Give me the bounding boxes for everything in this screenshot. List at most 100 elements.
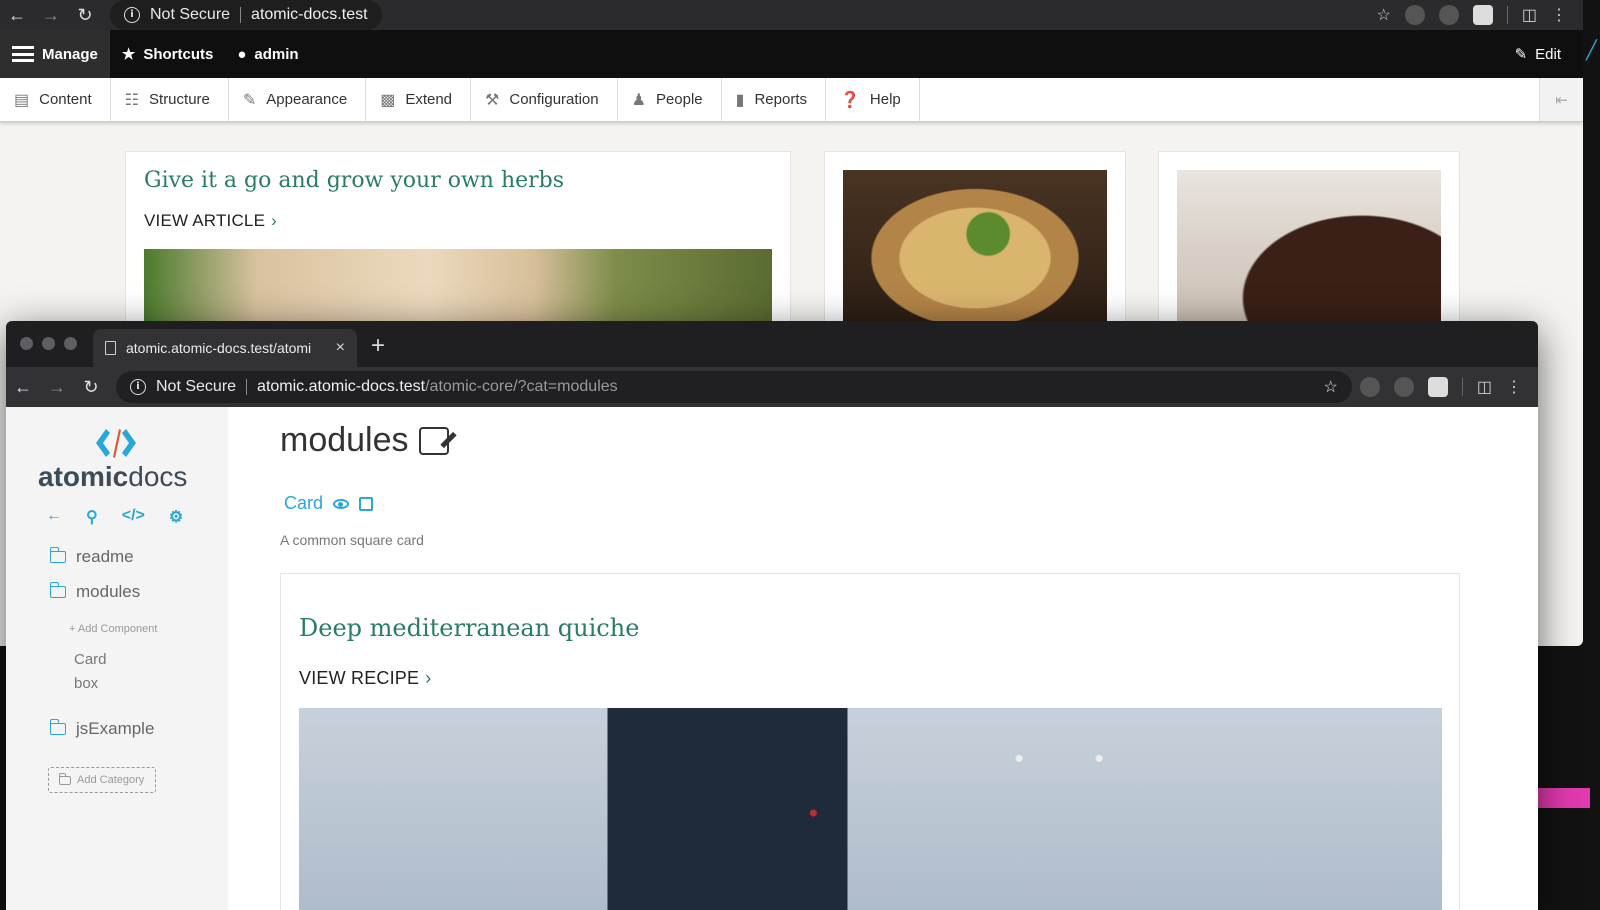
quiche-image[interactable] [843, 170, 1107, 330]
address-bar[interactable]: i Not Secure atomic-docs.test [110, 0, 382, 30]
tray-label: Configuration [509, 91, 599, 108]
tray-item-people[interactable]: ♟ People [618, 78, 722, 121]
back-arrow-icon[interactable]: ← [46, 507, 62, 527]
building-image [299, 708, 1442, 910]
component-preview: Deep mediterranean quiche VIEW RECIPE › [280, 573, 1460, 910]
chevron-right-icon: › [271, 211, 277, 230]
tray-item-configuration[interactable]: ⚒ Configuration [471, 78, 618, 121]
help-icon: ❓ [840, 91, 860, 109]
forward-arrow-icon[interactable]: → [40, 377, 74, 398]
tray-collapse-icon[interactable]: ⇤ [1539, 78, 1583, 121]
admin-toolbar: Manage ★ Shortcuts ● admin ✎ Edit [0, 30, 1583, 78]
tray-item-help[interactable]: ❓ Help [826, 78, 920, 121]
page-icon [105, 341, 116, 355]
preview-title[interactable]: Deep mediterranean quiche [299, 614, 639, 642]
edit-category-icon[interactable] [418, 426, 449, 455]
tray-label: Content [39, 91, 92, 108]
tray-item-reports[interactable]: ▮ Reports [722, 78, 826, 121]
address-separator [240, 7, 242, 23]
incognito-icon[interactable]: ◫ [1477, 377, 1492, 397]
add-component-link[interactable]: + Add Component [69, 623, 157, 635]
view-article-link[interactable]: VIEW ARTICLE › [144, 211, 772, 231]
extension-incognito-icon[interactable] [1393, 377, 1414, 397]
folder-icon [58, 772, 71, 785]
tray-item-structure[interactable]: ☷ Structure [111, 78, 229, 121]
sidebar-component-card[interactable]: Card [74, 651, 107, 668]
edit-button[interactable]: ✎ Edit [1503, 30, 1583, 78]
component-name[interactable]: Card [284, 493, 323, 514]
sidebar-item-modules[interactable]: modules [49, 582, 140, 602]
eye-icon[interactable] [333, 498, 350, 509]
extension-gear-icon[interactable] [1359, 377, 1380, 397]
extension-pocket-icon[interactable] [1427, 377, 1448, 397]
tray-item-extend[interactable]: ▩ Extend [366, 78, 472, 121]
sidebar-item-jsexample[interactable]: jsExample [49, 719, 154, 739]
manage-label: Manage [42, 45, 98, 63]
incognito-icon[interactable]: ◫ [1522, 5, 1537, 25]
brownie-image[interactable] [1177, 170, 1441, 330]
extension-incognito-icon[interactable] [1438, 5, 1459, 25]
page-title-text: modules [280, 421, 409, 459]
bookmark-star-icon[interactable]: ☆ [1324, 377, 1338, 397]
maximize-window-button[interactable] [64, 337, 77, 350]
herbs-image [144, 249, 772, 329]
gear-icon[interactable]: ⚙ [169, 507, 183, 527]
reload-icon[interactable]: ↻ [68, 5, 102, 26]
shortcuts-button[interactable]: ★ Shortcuts [110, 30, 225, 78]
browser-tab[interactable]: atomic.atomic-docs.test/atomi × [93, 329, 357, 367]
back-arrow-icon[interactable]: ← [6, 377, 40, 398]
chevron-right-icon: › [425, 668, 432, 688]
url-host: atomic.atomic-docs.test [257, 378, 426, 395]
manage-button[interactable]: Manage [0, 30, 110, 78]
add-category-button[interactable]: Add Category [48, 767, 156, 793]
url-host: atomic-docs.test [251, 6, 368, 23]
magenta-strip [1535, 788, 1590, 808]
logo-wordmark[interactable]: atomicdocs [38, 461, 187, 493]
foreground-browser-window: atomic.atomic-docs.test/atomi × + ← → ↻ … [6, 321, 1538, 910]
user-button[interactable]: ● admin [225, 30, 310, 78]
sidebar-component-box[interactable]: box [74, 675, 98, 692]
menu-kebab-icon[interactable]: ⋮ [1506, 377, 1522, 397]
main-content: modules Card A common square card Deep m… [228, 407, 1538, 910]
article-title[interactable]: Give it a go and grow your own herbs [144, 168, 772, 193]
code-icon[interactable]: </> [122, 507, 145, 527]
security-label: Not Secure [156, 378, 237, 395]
tray-item-appearance[interactable]: ✎ Appearance [229, 78, 367, 121]
wrench-icon: ⚒ [485, 91, 500, 109]
close-tab-icon[interactable]: × [336, 339, 345, 357]
edit-component-icon[interactable] [359, 496, 374, 511]
info-icon[interactable]: i [124, 7, 140, 23]
browser-actions: ◫ ⋮ [1359, 377, 1538, 397]
info-icon[interactable]: i [130, 379, 146, 395]
logo-light: docs [128, 461, 188, 492]
logo-bold: atomic [38, 461, 129, 492]
address-bar[interactable]: i Not Secure atomic.atomic-docs.test/ato… [116, 371, 1352, 403]
view-recipe-link[interactable]: VIEW RECIPE › [299, 668, 431, 689]
minimize-window-button[interactable] [42, 337, 55, 350]
search-icon[interactable]: ⚲ [86, 507, 98, 527]
sidebar-item-readme[interactable]: readme [49, 547, 134, 567]
people-icon: ♟ [631, 91, 646, 109]
folder-icon [49, 547, 66, 563]
extension-gear-icon[interactable] [1404, 5, 1425, 25]
bar-chart-icon: ▮ [735, 91, 745, 109]
add-category-label: Add Category [77, 774, 145, 786]
sitemap-icon: ☷ [124, 91, 140, 109]
bookmark-star-icon[interactable]: ☆ [1377, 5, 1391, 25]
back-arrow-icon[interactable]: ← [0, 5, 34, 26]
window-controls [20, 337, 77, 350]
component-description: A common square card [280, 532, 424, 548]
reload-icon[interactable]: ↻ [74, 377, 108, 398]
new-tab-icon[interactable]: + [371, 332, 385, 360]
browser-actions: ☆ ◫ ⋮ [1377, 5, 1583, 25]
tray-label: Extend [405, 91, 453, 108]
forward-arrow-icon[interactable]: → [34, 5, 68, 26]
extension-pocket-icon[interactable] [1472, 5, 1493, 25]
security-label: Not Secure [150, 6, 231, 23]
tray-item-content[interactable]: ▤ Content [0, 78, 111, 121]
url-path: /atomic-core/?cat=modules [425, 378, 618, 395]
close-window-button[interactable] [20, 337, 33, 350]
edit-label: Edit [1535, 45, 1561, 63]
file-icon: ▤ [14, 91, 30, 109]
menu-kebab-icon[interactable]: ⋮ [1551, 5, 1567, 25]
